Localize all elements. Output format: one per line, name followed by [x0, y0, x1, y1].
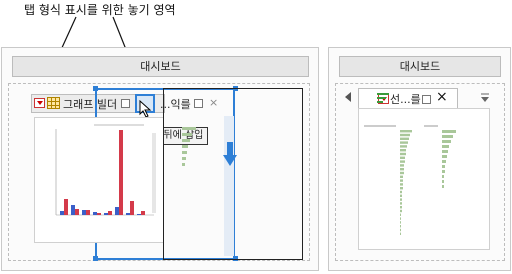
right-tab-close-icon[interactable]: × — [436, 90, 448, 104]
drop-down-arrow-icon — [223, 142, 237, 166]
list-bar — [400, 152, 406, 156]
list-bar — [400, 183, 403, 186]
list-bar — [442, 180, 444, 183]
right-tab-checkbox[interactable] — [422, 95, 431, 104]
list-bar — [400, 149, 406, 152]
left-dashboard-title: 대시보드 — [12, 56, 309, 77]
selection-handle — [93, 86, 98, 91]
mini-bar-list — [182, 127, 196, 166]
list-bar — [400, 221, 401, 224]
list-bar — [442, 150, 448, 153]
list-bar — [400, 133, 410, 137]
tab-scroll-left-icon[interactable] — [345, 92, 351, 102]
list-bar — [400, 232, 401, 235]
list-bar — [400, 187, 403, 190]
list-bar — [442, 135, 453, 138]
thumbnail-bar — [64, 199, 68, 215]
list-bar — [400, 190, 402, 194]
list-bar — [400, 145, 407, 148]
list-bar — [400, 175, 403, 178]
list-bar — [400, 179, 403, 182]
thumbnail-bar — [104, 213, 108, 215]
thumbnail-bar — [86, 210, 90, 215]
scrollbar-track[interactable] — [224, 116, 234, 256]
list-bar — [442, 160, 446, 163]
list-bar — [400, 206, 402, 209]
bar-chart-thumbnail — [55, 124, 156, 216]
list-bar — [442, 165, 445, 168]
list-bar — [442, 175, 444, 178]
thumbnail-bar — [126, 213, 130, 215]
mouse-cursor-icon — [139, 100, 152, 118]
list-bar — [400, 228, 401, 232]
thumbnail-bar — [71, 205, 75, 215]
list-bar — [442, 155, 447, 158]
list-bar — [400, 141, 408, 144]
list-bar — [400, 168, 404, 171]
list-bar — [442, 140, 451, 143]
list-bar — [400, 217, 401, 220]
list-bar — [400, 194, 402, 197]
list-bar — [400, 164, 404, 167]
right-tab-label: 선...를 — [390, 93, 421, 106]
list-bar — [400, 213, 401, 216]
list-bar — [400, 225, 401, 228]
list-bar — [400, 202, 402, 205]
thumbnail-bar — [60, 211, 64, 215]
thumbnail-bar — [93, 212, 97, 215]
list-bar — [400, 137, 409, 140]
thumbnail-bar — [130, 201, 134, 215]
selection-handle — [93, 256, 98, 261]
thumbnail-bar — [115, 207, 119, 215]
list-bar — [442, 185, 444, 188]
right-bar-lists — [364, 125, 456, 235]
tab-list-menu-icon[interactable] — [480, 93, 490, 103]
bar-list-icon — [377, 93, 389, 103]
list-bar — [400, 156, 405, 159]
list-bar — [400, 171, 404, 175]
thumbnail-bar — [97, 213, 101, 215]
list-bar — [400, 198, 402, 201]
thumbnail-bar — [119, 130, 123, 215]
list-bar — [400, 209, 402, 213]
graph-builder-icon — [47, 97, 60, 109]
thumbnail-bar — [137, 214, 141, 215]
right-dashboard-title: 대시보드 — [339, 56, 501, 77]
thumbnail-bar — [108, 211, 112, 215]
thumbnail-bar — [141, 211, 145, 215]
list-bar — [400, 130, 412, 133]
thumbnail-bar — [75, 209, 79, 215]
list-bar — [400, 160, 405, 163]
list-bar — [442, 130, 456, 133]
tab-menu-dropdown-icon[interactable] — [34, 98, 45, 108]
thumbnail-bar — [82, 210, 86, 215]
list-bar — [442, 170, 445, 173]
list-bar — [442, 145, 449, 148]
